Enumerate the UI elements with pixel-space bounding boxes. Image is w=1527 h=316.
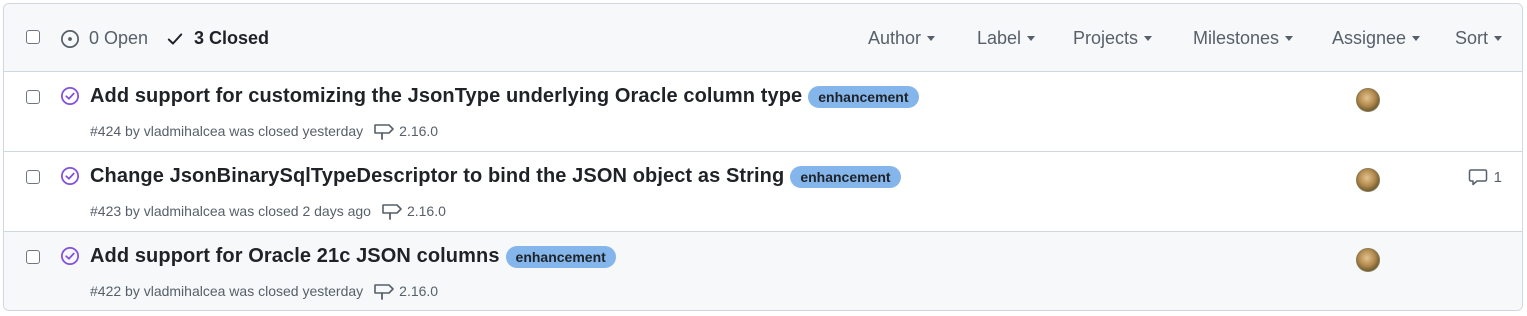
assignee-avatar[interactable] — [1356, 88, 1380, 112]
label-filter-label: Label — [977, 28, 1022, 48]
milestone-link[interactable]: 2.16.0 — [373, 122, 438, 140]
caret-down-icon — [927, 36, 936, 41]
milestone-label: 2.16.0 — [399, 123, 439, 139]
sort-filter-label: Sort — [1455, 28, 1489, 48]
open-filter-button[interactable]: 0 Open — [60, 28, 148, 49]
issue-checkbox[interactable] — [26, 90, 40, 104]
issue-row[interactable]: Add support for Oracle 21c JSON columns … — [4, 232, 1522, 310]
label-badge[interactable]: enhancement — [808, 85, 919, 108]
assignee-filter[interactable]: Assignee — [1332, 28, 1421, 49]
milestone-label: 2.16.0 — [406, 203, 446, 219]
issue-closed-icon — [61, 167, 79, 185]
open-count-label: 0 Open — [89, 28, 149, 48]
milestones-filter-label: Milestones — [1193, 28, 1280, 48]
assignee-avatar[interactable] — [1356, 168, 1380, 192]
label-badge[interactable]: enhancement — [505, 245, 616, 268]
caret-down-icon — [1412, 36, 1421, 41]
comment-icon — [1468, 169, 1487, 186]
milestone-icon — [382, 204, 402, 220]
label-badge[interactable]: enhancement — [790, 165, 901, 188]
issue-title-line: Change JsonBinarySqlTypeDescriptor to bi… — [90, 165, 901, 188]
issue-title-link[interactable]: Change JsonBinarySqlTypeDescriptor to bi… — [90, 165, 784, 188]
projects-filter-label: Projects — [1073, 28, 1139, 48]
issues-header: 0 Open 3 Closed Author Label Projects Mi… — [4, 4, 1522, 72]
comments-link[interactable]: 1 — [1468, 168, 1502, 186]
issue-closed-icon — [61, 247, 79, 265]
milestone-icon — [374, 124, 394, 140]
author-filter-label: Author — [868, 28, 922, 48]
select-all-checkbox[interactable] — [26, 30, 40, 44]
issue-meta: #422 by vladmihalcea was closed yesterda… — [90, 282, 438, 300]
issue-meta: #423 by vladmihalcea was closed 2 days a… — [90, 202, 446, 220]
issue-opened-icon — [61, 29, 79, 48]
comment-count: 1 — [1493, 168, 1502, 186]
issue-title-line: Add support for Oracle 21c JSON columns … — [90, 245, 616, 268]
check-icon — [167, 32, 183, 45]
issue-meta-text: #422 by vladmihalcea was closed yesterda… — [90, 283, 364, 299]
issue-title-link[interactable]: Add support for customizing the JsonType… — [90, 85, 802, 108]
issue-checkbox[interactable] — [26, 250, 40, 264]
assignee-avatar[interactable] — [1356, 248, 1380, 272]
issue-meta-text: #424 by vladmihalcea was closed yesterda… — [90, 123, 364, 139]
milestone-icon — [374, 284, 394, 300]
caret-down-icon — [1144, 36, 1153, 41]
milestone-label: 2.16.0 — [399, 283, 439, 299]
issue-meta-text: #423 by vladmihalcea was closed 2 days a… — [90, 203, 371, 219]
caret-down-icon — [1494, 36, 1503, 41]
caret-down-icon — [1285, 36, 1294, 41]
issues-box: 0 Open 3 Closed Author Label Projects Mi… — [3, 3, 1523, 311]
issue-meta: #424 by vladmihalcea was closed yesterda… — [90, 122, 438, 140]
milestone-link[interactable]: 2.16.0 — [373, 282, 438, 300]
issue-title-line: Add support for customizing the JsonType… — [90, 85, 919, 108]
author-filter[interactable]: Author — [868, 28, 936, 49]
issue-checkbox[interactable] — [26, 170, 40, 184]
milestone-link[interactable]: 2.16.0 — [381, 202, 446, 220]
issue-closed-icon — [61, 87, 79, 105]
closed-count-label: 3 Closed — [194, 28, 270, 48]
caret-down-icon — [1027, 36, 1036, 41]
issue-title-link[interactable]: Add support for Oracle 21c JSON columns — [90, 245, 500, 268]
projects-filter[interactable]: Projects — [1073, 28, 1153, 49]
closed-filter-button[interactable]: 3 Closed — [166, 28, 269, 49]
label-filter[interactable]: Label — [977, 28, 1036, 49]
issue-row[interactable]: Change JsonBinarySqlTypeDescriptor to bi… — [4, 152, 1522, 232]
assignee-filter-label: Assignee — [1332, 28, 1407, 48]
milestones-filter[interactable]: Milestones — [1193, 28, 1294, 49]
sort-filter[interactable]: Sort — [1455, 28, 1503, 49]
issue-row[interactable]: Add support for customizing the JsonType… — [4, 72, 1522, 152]
